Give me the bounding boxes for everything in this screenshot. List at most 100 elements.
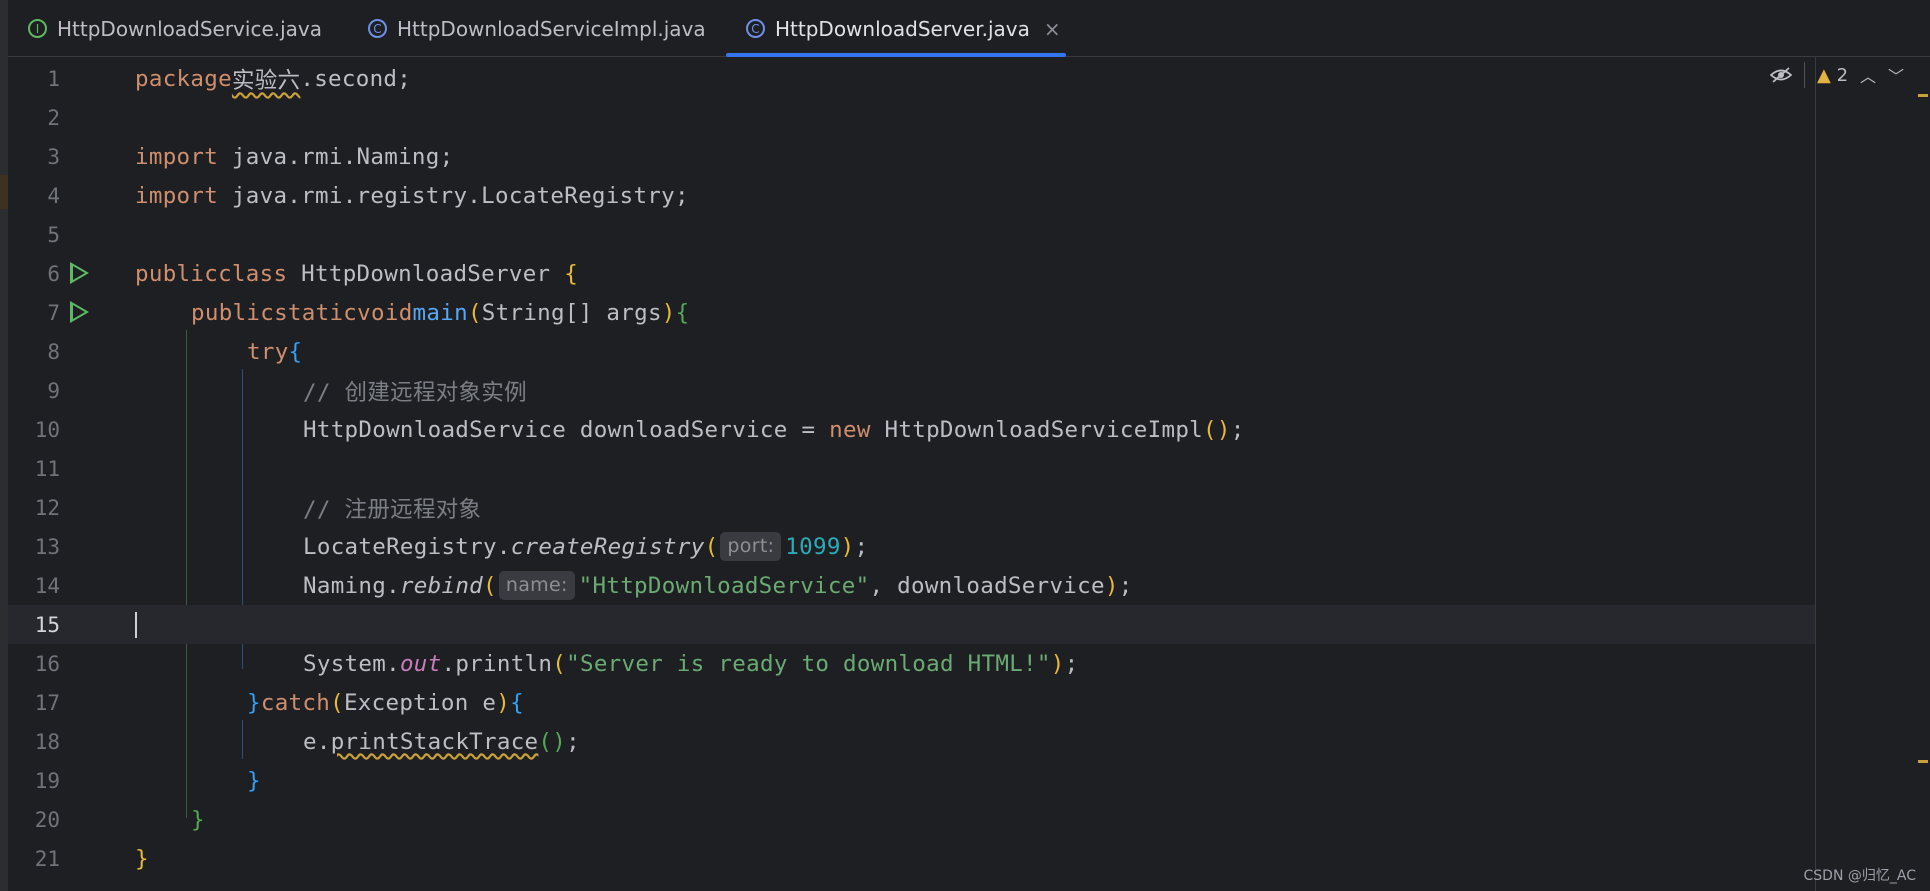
line-number: 21 bbox=[34, 846, 60, 871]
code-text: Exception e bbox=[343, 689, 497, 716]
keyword: try bbox=[247, 338, 289, 365]
code-text: .println bbox=[441, 650, 553, 677]
comment: // 注册远程对象 bbox=[303, 496, 482, 523]
paren: ( bbox=[467, 299, 482, 326]
code-line: 18 e. printStackTrace(); bbox=[8, 722, 1816, 761]
string-literal: "Server is ready to download HTML!" bbox=[566, 650, 1051, 677]
keyword: public bbox=[191, 299, 275, 326]
class-icon: C bbox=[746, 19, 765, 38]
line-number: 17 bbox=[34, 690, 60, 715]
code-line: 13 LocateRegistry. createRegistry(port: 10… bbox=[8, 527, 1816, 566]
previous-highlight-icon[interactable]: ︿ bbox=[1860, 63, 1876, 87]
watermark: CSDN @归忆_AC bbox=[1803, 868, 1916, 884]
code-line: 12 // 注册远程对象 bbox=[8, 488, 1816, 527]
tab-label: HttpDownloadServiceImpl.java bbox=[397, 16, 706, 41]
package-name-warning: 实验六 bbox=[231, 67, 301, 94]
parameter-hint: port: bbox=[720, 532, 782, 561]
keyword: void bbox=[357, 299, 413, 326]
keyword: class bbox=[218, 260, 288, 287]
line-number: 10 bbox=[34, 417, 60, 442]
code-text: e. bbox=[303, 728, 331, 755]
warning-stripe-mark[interactable] bbox=[1918, 94, 1928, 97]
comment: // 创建远程对象实例 bbox=[303, 379, 527, 406]
code-text: HttpDownloadServiceImpl bbox=[870, 416, 1204, 443]
code-line: 5 bbox=[8, 215, 1816, 254]
brace: } bbox=[247, 767, 261, 794]
line-number: 8 bbox=[47, 339, 60, 364]
interface-icon: I bbox=[28, 19, 47, 38]
number-literal: 1099 bbox=[785, 533, 841, 560]
code-line: 3 import java.rmi.Naming; bbox=[8, 137, 1816, 176]
left-tool-strip bbox=[0, 0, 8, 891]
paren: ( bbox=[483, 572, 497, 599]
line-number: 2 bbox=[47, 105, 60, 130]
widget-divider bbox=[1804, 62, 1805, 88]
method-name: rebind bbox=[399, 572, 484, 599]
code-text: Naming. bbox=[303, 572, 400, 599]
tab-http-download-service[interactable]: I HttpDownloadService.java bbox=[8, 0, 353, 57]
reader-mode-eye-icon[interactable] bbox=[1770, 67, 1792, 83]
paren: ) bbox=[661, 299, 676, 326]
warning-stripe-mark[interactable] bbox=[1918, 760, 1928, 763]
line-number: 11 bbox=[34, 456, 60, 481]
brace: { bbox=[288, 338, 303, 365]
keyword: import bbox=[135, 143, 219, 170]
code-line: 21 } bbox=[8, 839, 1816, 878]
tab-http-download-server[interactable]: C HttpDownloadServer.java × bbox=[726, 0, 1066, 57]
editor-tab-bar: I HttpDownloadService.java C HttpDownloa… bbox=[8, 0, 1930, 57]
semicolon: ; bbox=[1230, 416, 1245, 443]
tab-http-download-service-impl[interactable]: C HttpDownloadServiceImpl.java bbox=[348, 0, 718, 57]
class-icon: C bbox=[368, 19, 387, 38]
semicolon: ; bbox=[854, 533, 869, 560]
line-number: 13 bbox=[34, 534, 60, 559]
warnings-indicator[interactable]: ▲ 2 bbox=[1817, 65, 1848, 86]
code-line: 7 public static void main(String[] args)… bbox=[8, 293, 1816, 332]
code-line: 6 public class HttpDownloadServer { bbox=[8, 254, 1816, 293]
code-text: java.rmi.registry.LocateRegistry; bbox=[218, 182, 689, 209]
keyword: static bbox=[274, 299, 358, 326]
code-text: HttpDownloadService downloadService = bbox=[303, 416, 830, 443]
brace: } bbox=[135, 845, 149, 872]
parameter-hint: name: bbox=[498, 571, 575, 600]
code-text: System. bbox=[303, 650, 400, 677]
semicolon: ; bbox=[1118, 572, 1133, 599]
paren: () bbox=[538, 728, 567, 755]
code-editor[interactable]: 1 package 实验六 .second; 2 3 import java.rm… bbox=[8, 57, 1930, 891]
line-number: 18 bbox=[34, 729, 60, 754]
next-highlight-icon[interactable]: ﹀ bbox=[1888, 63, 1904, 87]
code-text: String[] args bbox=[481, 299, 662, 326]
semicolon: ; bbox=[566, 728, 580, 755]
code-line: 10 HttpDownloadService downloadService =… bbox=[8, 410, 1816, 449]
text-caret bbox=[135, 612, 137, 638]
class-name: HttpDownloadServer bbox=[287, 260, 565, 287]
keyword: new bbox=[829, 416, 871, 443]
current-code-line: 15 bbox=[8, 605, 1816, 644]
keyword: public bbox=[135, 260, 219, 287]
brace: { bbox=[564, 260, 579, 287]
brace: } bbox=[247, 689, 261, 716]
line-number: 14 bbox=[34, 573, 60, 598]
close-tab-icon[interactable]: × bbox=[1044, 17, 1061, 41]
line-number: 9 bbox=[47, 378, 60, 403]
code-line: 14 Naming. rebind(name: "HttpDownloadServi… bbox=[8, 566, 1816, 605]
code-text: , downloadService bbox=[869, 572, 1105, 599]
line-number: 4 bbox=[47, 183, 60, 208]
code-line: 4 import java.rmi.registry.LocateRegistr… bbox=[8, 176, 1816, 215]
warning-icon: ▲ bbox=[1817, 64, 1831, 86]
keyword: import bbox=[135, 182, 219, 209]
brace: { bbox=[675, 299, 690, 326]
semicolon: ; bbox=[1064, 650, 1079, 677]
line-number: 7 bbox=[47, 300, 60, 325]
line-number: 12 bbox=[34, 495, 60, 520]
line-number: 20 bbox=[34, 807, 60, 832]
paren: ) bbox=[496, 689, 511, 716]
paren: ( bbox=[330, 689, 344, 716]
tab-label: HttpDownloadService.java bbox=[57, 16, 323, 41]
method-name: createRegistry bbox=[510, 533, 705, 560]
code-line: 20 } bbox=[8, 800, 1816, 839]
line-number: 16 bbox=[34, 651, 60, 676]
code-text: .second; bbox=[300, 65, 412, 92]
keyword: package bbox=[135, 65, 232, 92]
paren: ( bbox=[704, 533, 719, 560]
static-field: out bbox=[399, 650, 442, 677]
